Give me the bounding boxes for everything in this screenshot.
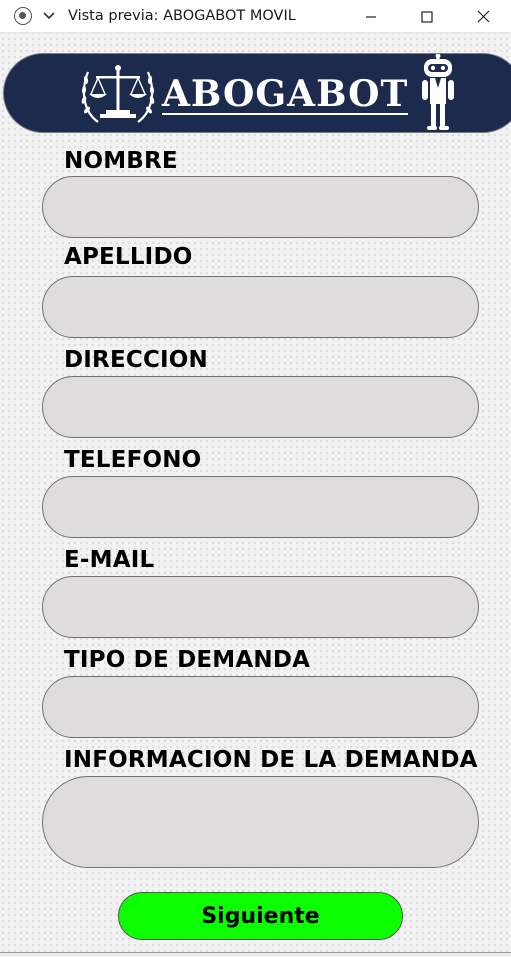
email-label: E-MAIL xyxy=(64,547,155,573)
close-icon[interactable] xyxy=(455,0,511,33)
next-button[interactable]: Siguiente xyxy=(118,892,403,940)
logo-text: ABOGABOT xyxy=(162,73,409,115)
nombre-input[interactable] xyxy=(42,176,479,238)
nombre-label: NOMBRE xyxy=(64,148,178,174)
telefono-input[interactable] xyxy=(42,476,479,538)
chevron-down-icon[interactable] xyxy=(42,9,56,23)
scales-of-justice-icon xyxy=(78,56,158,135)
informacion-demanda-textarea[interactable] xyxy=(42,776,479,868)
window-title: Vista previa: ABOGABOT MOVIL xyxy=(68,8,296,24)
email-input[interactable] xyxy=(42,576,479,638)
telefono-label: TELEFONO xyxy=(64,447,202,473)
tipo-demanda-input[interactable] xyxy=(42,676,479,738)
direccion-input[interactable] xyxy=(42,376,479,438)
abogabot-logo: ABOGABOT xyxy=(78,53,460,135)
apellido-label: APELLIDO xyxy=(64,244,193,270)
direccion-label: DIRECCION xyxy=(64,347,208,373)
window-titlebar: Vista previa: ABOGABOT MOVIL xyxy=(0,0,511,33)
app-icon[interactable] xyxy=(14,7,32,25)
window-controls xyxy=(343,0,511,33)
apellido-input[interactable] xyxy=(42,276,479,338)
minimize-icon[interactable] xyxy=(343,0,399,33)
window-bottom-edge xyxy=(0,952,511,957)
informacion-demanda-label: INFORMACION DE LA DEMANDA xyxy=(64,747,478,773)
tipo-demanda-label: TIPO DE DEMANDA xyxy=(64,647,311,673)
maximize-icon[interactable] xyxy=(399,0,455,33)
robot-icon xyxy=(416,53,460,137)
